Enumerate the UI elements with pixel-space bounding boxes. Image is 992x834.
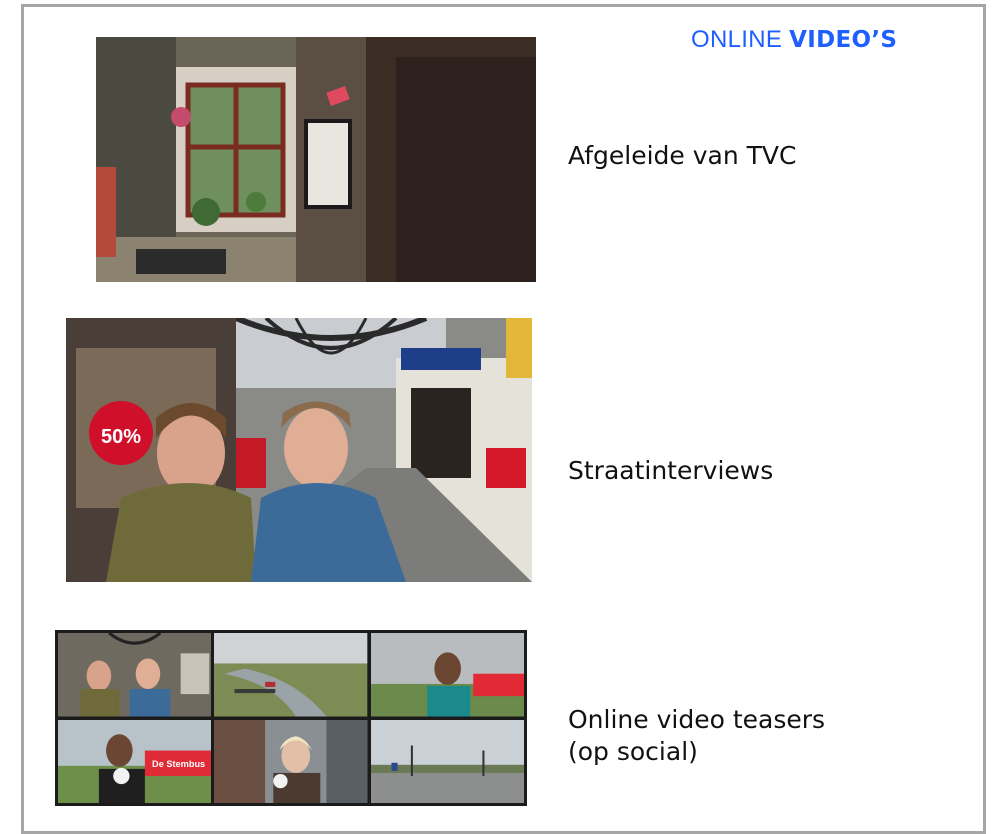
teaser-tile-man-microphone[interactable]: De Stembus	[58, 719, 212, 803]
tvc-video-thumbnail[interactable]	[96, 37, 536, 282]
street-interview-thumbnail[interactable]: 50%	[66, 318, 532, 582]
page-title: ONLINE VIDEO’S	[691, 26, 897, 54]
teaser-video-grid[interactable]: De Stembus	[55, 630, 527, 806]
caption-online-teasers: Online video teasers (op social)	[568, 704, 825, 768]
teaser-tile-landscape[interactable]	[214, 633, 368, 717]
title-bold: VIDEO’S	[789, 27, 898, 53]
teaser-tile-blond-person[interactable]	[214, 719, 368, 803]
caption-tvc: Afgeleide van TVC	[568, 141, 797, 170]
caption-street-interviews: Straatinterviews	[568, 456, 774, 485]
caption-line-2: (op social)	[568, 737, 698, 766]
teaser-tile-man-portrait[interactable]	[370, 633, 524, 717]
sale-sign-text: 50%	[101, 426, 141, 448]
caption-line-1: Online video teasers	[568, 705, 826, 734]
teaser-tile-intersection[interactable]	[370, 719, 524, 803]
teaser-tile-interview[interactable]	[58, 633, 212, 717]
title-prefix: ONLINE	[691, 26, 783, 53]
brand-text: De Stembus	[152, 758, 205, 768]
